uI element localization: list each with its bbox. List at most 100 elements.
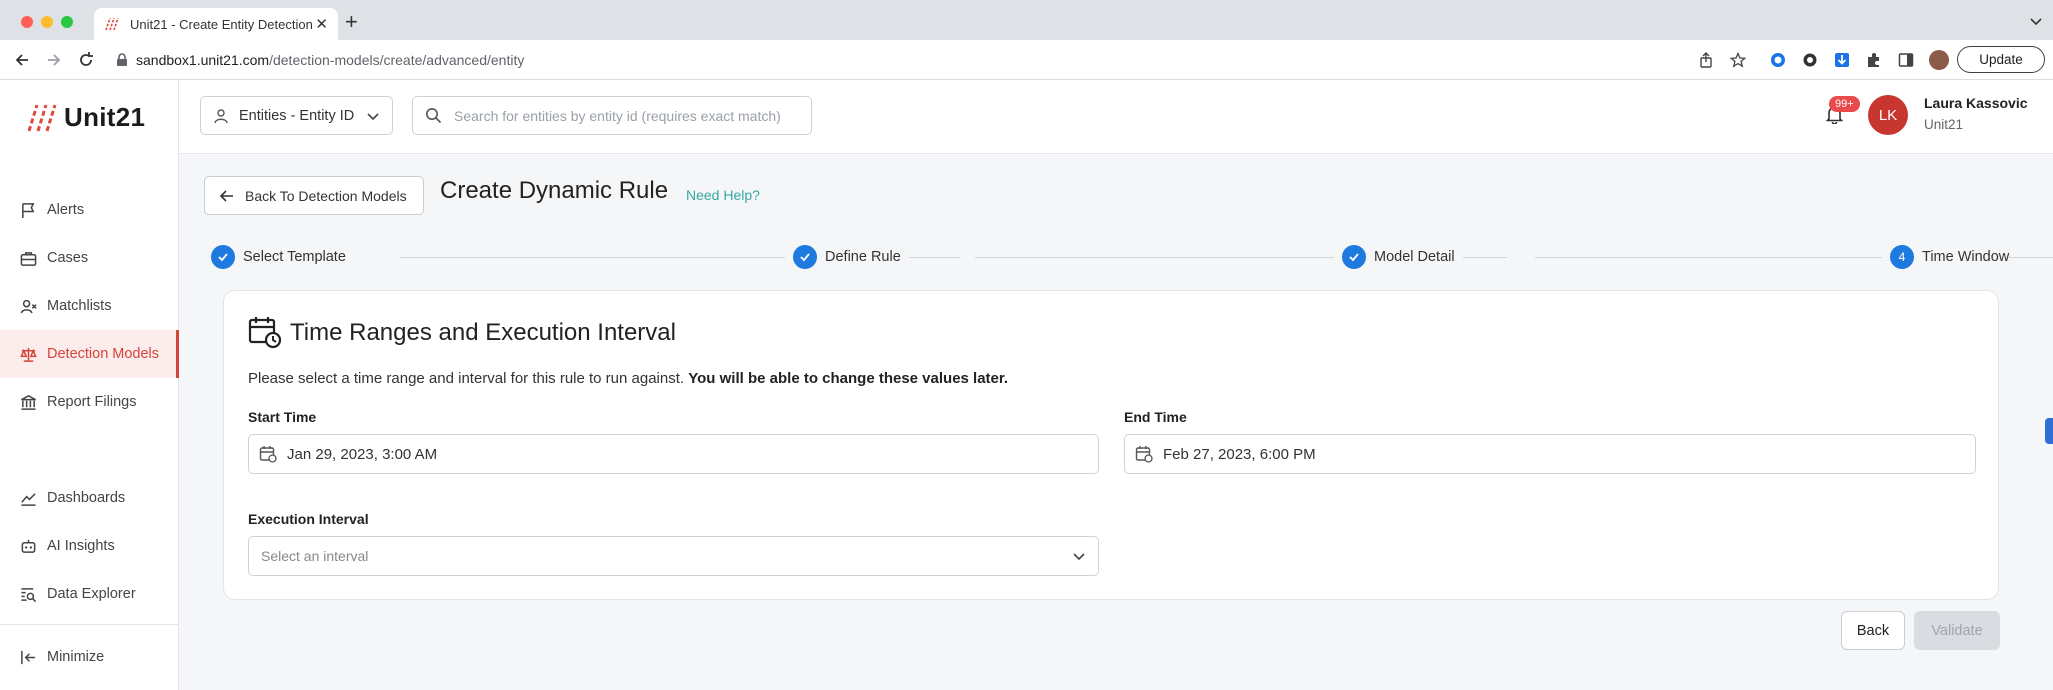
entity-type-selector[interactable]: Entities - Entity ID: [200, 96, 393, 135]
execution-interval-label: Execution Interval: [248, 511, 369, 527]
sidebar-item-label: Alerts: [47, 202, 85, 218]
flag-icon: [22, 202, 35, 218]
share-icon[interactable]: [1698, 52, 1714, 68]
browser-update-button[interactable]: Update: [1957, 46, 2045, 73]
forward-arrow-icon[interactable]: [44, 50, 64, 70]
back-button[interactable]: Back: [1841, 611, 1905, 650]
unit21-logo[interactable]: Unit21: [26, 102, 145, 133]
step-time-window: 4 Time Window: [1882, 245, 2010, 269]
extension-gear-icon[interactable]: [1802, 52, 1818, 68]
lock-icon[interactable]: [116, 53, 128, 67]
maximize-window-dot[interactable]: [61, 16, 73, 28]
notification-badge: 99+: [1829, 96, 1860, 112]
extension-g-icon[interactable]: [1770, 52, 1786, 68]
end-time-value: Feb 27, 2023, 6:00 PM: [1163, 445, 1316, 463]
new-tab-icon[interactable]: +: [345, 9, 358, 35]
reload-icon[interactable]: [76, 50, 96, 70]
minimize-window-dot[interactable]: [41, 16, 53, 28]
search-icon: [426, 108, 442, 124]
calendar-icon: [259, 446, 277, 463]
back-arrow-icon[interactable]: [12, 50, 32, 70]
step-label: Select Template: [243, 249, 346, 265]
description-text: Please select a time range and interval …: [248, 370, 685, 387]
step-model-detail: Model Detail: [1334, 245, 1463, 269]
interval-placeholder: Select an interval: [261, 548, 369, 564]
start-time-value: Jan 29, 2023, 3:00 AM: [287, 445, 438, 463]
address-bar[interactable]: sandbox1.unit21.com/detection-models/cre…: [136, 52, 524, 68]
sidebar-item-alerts[interactable]: Alerts: [0, 186, 179, 234]
browser-profile-avatar[interactable]: [1929, 50, 1949, 70]
card-title: Time Ranges and Execution Interval: [290, 319, 676, 346]
step-label: Time Window: [1922, 249, 2010, 265]
sidebar-item-dashboards[interactable]: Dashboards: [0, 474, 179, 522]
calendar-icon: [1135, 446, 1153, 463]
step-label: Define Rule: [825, 249, 901, 265]
sidebar-item-label: Data Explorer: [47, 586, 136, 602]
sidebar-item-matchlists[interactable]: Matchlists: [0, 282, 179, 330]
puzzle-icon[interactable]: [1866, 52, 1882, 68]
search-list-icon: [21, 587, 37, 602]
bank-icon: [21, 394, 36, 410]
page-title: Create Dynamic Rule: [440, 177, 669, 204]
step-label: Model Detail: [1374, 249, 1455, 265]
logo-text: Unit21: [64, 102, 146, 132]
description-bold: You will be able to change these values …: [688, 370, 1009, 387]
unit21-favicon-icon: [105, 17, 119, 31]
star-icon[interactable]: [1730, 52, 1746, 68]
sidebar-item-ai-insights[interactable]: AI Insights: [0, 522, 179, 570]
step-number: 4: [1890, 245, 1914, 269]
step-define-rule: Define Rule: [785, 245, 909, 269]
step-select-template: Select Template: [211, 245, 354, 269]
check-icon: [793, 245, 817, 269]
sidebar-item-cases[interactable]: Cases: [0, 234, 179, 282]
start-time-field[interactable]: Jan 29, 2023, 3:00 AM: [248, 434, 1099, 474]
sidebar-item-data-explorer[interactable]: Data Explorer: [0, 570, 179, 618]
url-path: /detection-models/create/advanced/entity: [269, 52, 525, 68]
arrow-left-icon: [219, 189, 233, 202]
sidepanel-icon[interactable]: [1898, 52, 1914, 68]
entity-search-input[interactable]: Search for entities by entity id (requir…: [412, 96, 812, 135]
sidebar-item-label: Minimize: [47, 649, 105, 665]
sidebar-item-label: Matchlists: [47, 298, 112, 314]
search-placeholder: Search for entities by entity id (requir…: [454, 107, 781, 124]
entity-selector-label: Entities - Entity ID: [239, 107, 355, 124]
execution-interval-select[interactable]: Select an interval: [248, 536, 1099, 576]
validate-button[interactable]: Validate: [1914, 611, 2000, 650]
sidebar-item-report-filings[interactable]: Report Filings: [0, 378, 179, 426]
need-help-link[interactable]: Need Help?: [686, 187, 760, 203]
tab-title: Unit21 - Create Entity Detection: [130, 16, 313, 32]
close-tab-icon[interactable]: ✕: [315, 15, 328, 33]
robot-icon: [21, 539, 36, 553]
url-host: sandbox1.unit21.com: [136, 52, 270, 68]
check-icon: [1342, 245, 1366, 269]
user-icon: [214, 108, 228, 123]
card-description: Please select a time range and interval …: [248, 370, 1008, 387]
end-time-label: End Time: [1124, 409, 1187, 425]
main-content: Entities - Entity ID Search for entities…: [179, 80, 2053, 690]
sidebar-item-label: AI Insights: [47, 538, 115, 554]
time-window-card: Time Ranges and Execution Interval Pleas…: [223, 290, 1999, 600]
user-org: Unit21: [1924, 117, 1964, 132]
close-window-dot[interactable]: [21, 16, 33, 28]
chevron-down-icon: [1073, 553, 1085, 561]
sidebar-item-label: Detection Models: [47, 346, 160, 362]
end-time-field[interactable]: Feb 27, 2023, 6:00 PM: [1124, 434, 1976, 474]
download-icon[interactable]: [1834, 52, 1850, 68]
sidebar-item-detection-models[interactable]: Detection Models: [0, 330, 179, 378]
sidebar: Unit21 Alerts Cases Matchlists Detection…: [0, 80, 179, 690]
start-time-label: Start Time: [248, 409, 317, 425]
briefcase-icon: [20, 251, 37, 266]
user-avatar[interactable]: LK: [1868, 95, 1908, 135]
sidebar-item-label: Report Filings: [47, 394, 137, 410]
user-name[interactable]: Laura Kassovic: [1924, 95, 2028, 111]
scroll-handle[interactable]: [2045, 418, 2053, 444]
sidebar-item-minimize[interactable]: Minimize: [0, 633, 179, 681]
back-to-detection-models-button[interactable]: Back To Detection Models: [204, 176, 424, 215]
chevron-down-icon[interactable]: [2029, 14, 2043, 28]
browser-tabstrip: Unit21 - Create Entity Detection ✕ +: [0, 0, 2053, 40]
browser-tab[interactable]: Unit21 - Create Entity Detection ✕: [94, 8, 338, 40]
collapse-icon: [21, 650, 36, 664]
back-button-label: Back To Detection Models: [245, 187, 407, 204]
browser-toolbar: sandbox1.unit21.com/detection-models/cre…: [0, 40, 2053, 80]
chevron-down-icon: [367, 112, 379, 120]
